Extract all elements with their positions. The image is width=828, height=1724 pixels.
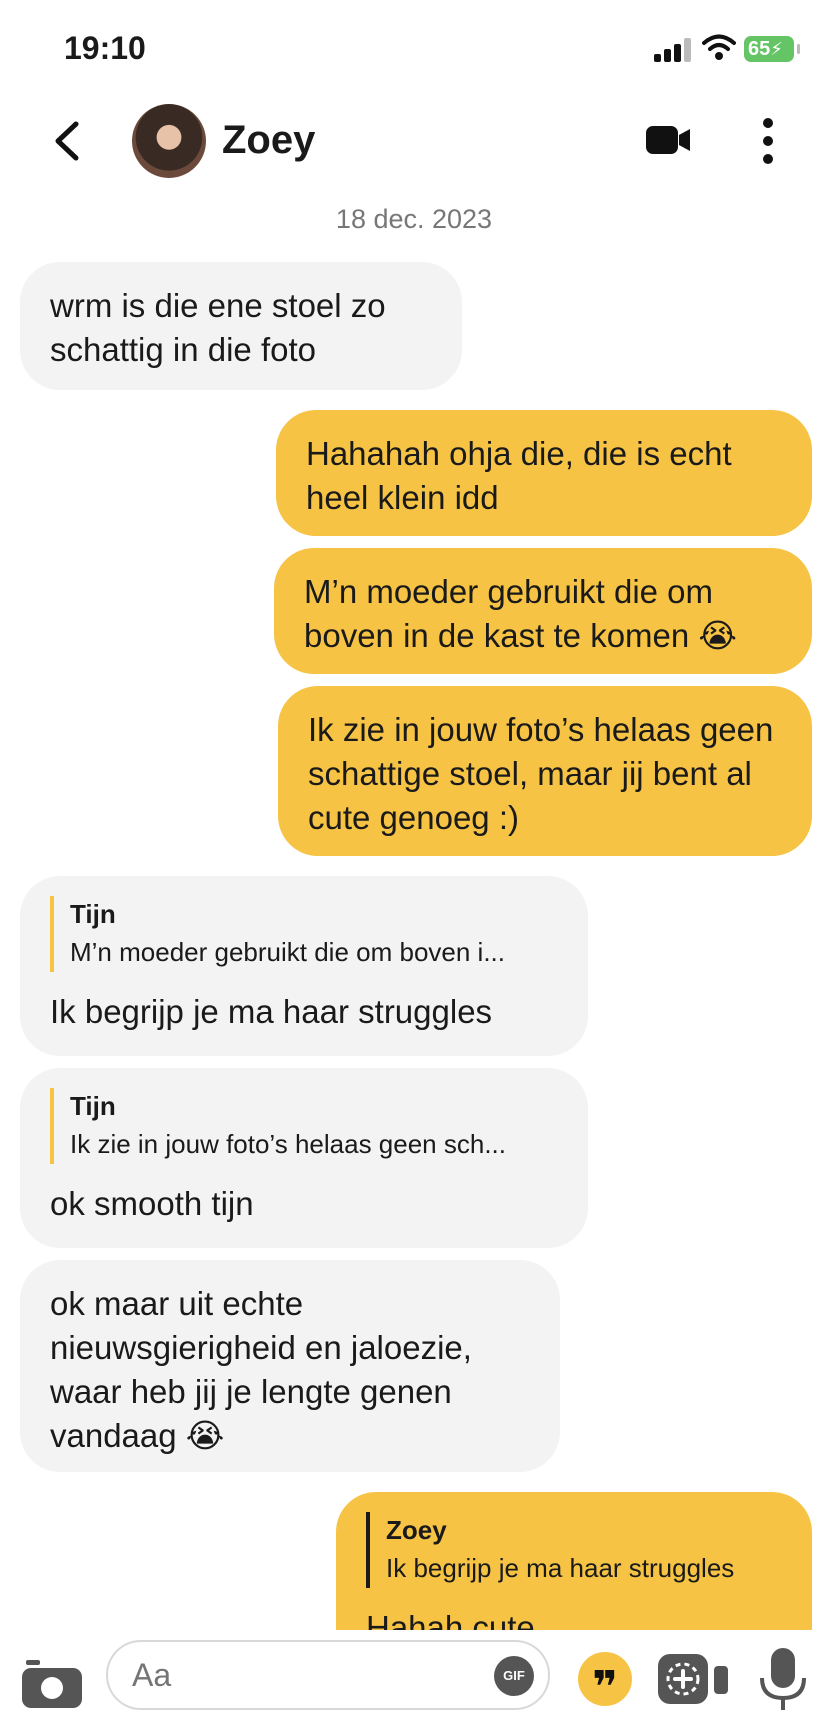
quoted-sender: Tijn: [70, 1091, 116, 1121]
back-arrow-icon[interactable]: [48, 118, 88, 164]
incoming-reply-message[interactable]: Tijn M’n moeder gebruikt die om boven i.…: [20, 876, 588, 1056]
message-text: wrm is die ene stoel zo schattig in die …: [50, 287, 386, 368]
quoted-message[interactable]: Tijn Ik zie in jouw foto’s helaas geen s…: [50, 1088, 558, 1164]
quoted-text: Ik zie in jouw foto’s helaas geen sch...: [70, 1129, 506, 1159]
outgoing-message[interactable]: M’n moeder gebruikt die om boven in de k…: [274, 548, 812, 674]
more-options-icon[interactable]: [760, 118, 776, 166]
battery-level: 65: [748, 38, 771, 60]
status-time: 19:10: [64, 30, 146, 66]
gif-button[interactable]: GIF: [494, 1656, 534, 1696]
message-input-field[interactable]: GIF: [106, 1640, 550, 1710]
message-composer: GIF ❞: [0, 1630, 828, 1723]
quoted-message[interactable]: Tijn M’n moeder gebruikt die om boven i.…: [50, 896, 558, 972]
quoted-sender: Zoey: [386, 1515, 447, 1545]
quoted-text: Ik begrijp je ma haar struggles: [386, 1553, 735, 1583]
battery-indicator: 65⚡: [744, 36, 800, 62]
chat-header: Zoey: [0, 96, 828, 186]
contact-avatar[interactable]: [132, 104, 206, 178]
sticker-icon[interactable]: [656, 1652, 732, 1708]
outgoing-message[interactable]: Ik zie in jouw foto’s helaas geen schatt…: [278, 686, 812, 856]
video-call-icon[interactable]: [646, 124, 692, 156]
quote-icon[interactable]: ❞: [578, 1652, 632, 1712]
incoming-reply-message[interactable]: Tijn Ik zie in jouw foto’s helaas geen s…: [20, 1068, 588, 1248]
quoted-sender: Tijn: [70, 899, 116, 929]
contact-name[interactable]: Zoey: [222, 118, 315, 163]
message-text: M’n moeder gebruikt die om boven in de k…: [304, 573, 737, 654]
message-text: ok maar uit echte nieuwsgierigheid en ja…: [50, 1285, 472, 1454]
camera-icon[interactable]: [22, 1660, 84, 1710]
outgoing-message[interactable]: Hahahah ohja die, die is echt heel klein…: [276, 410, 812, 536]
message-text: Ik begrijp je ma haar struggles: [50, 993, 493, 1030]
quoted-message[interactable]: Zoey Ik begrijp je ma haar struggles: [366, 1512, 782, 1588]
cellular-signal-icon: [654, 38, 694, 62]
status-bar: 19:10 65⚡: [0, 0, 828, 96]
charging-bolt-icon: ⚡: [770, 39, 783, 59]
wifi-icon: [702, 34, 736, 60]
message-text: ok smooth tijn: [50, 1185, 254, 1222]
message-text: Hahahah ohja die, die is echt heel klein…: [306, 435, 732, 516]
message-input[interactable]: [130, 1656, 434, 1695]
quoted-text: M’n moeder gebruikt die om boven i...: [70, 937, 505, 967]
microphone-icon[interactable]: [758, 1646, 808, 1712]
incoming-message[interactable]: wrm is die ene stoel zo schattig in die …: [20, 262, 462, 390]
incoming-message[interactable]: ok maar uit echte nieuwsgierigheid en ja…: [20, 1260, 560, 1472]
message-text: Ik zie in jouw foto’s helaas geen schatt…: [308, 711, 774, 836]
date-separator: 18 dec. 2023: [335, 204, 493, 234]
